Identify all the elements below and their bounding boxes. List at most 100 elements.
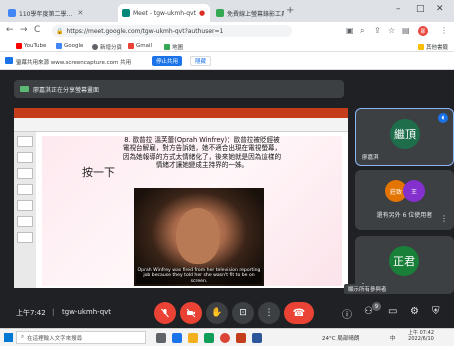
raise-hand-button[interactable]: ✋ [206, 302, 228, 324]
bookmarks-bar: YouTube Google 新增分頁 Gmail 地圖 其他書籤 [0, 40, 454, 52]
slide-thumbnail [17, 232, 33, 243]
more-options-icon[interactable]: ⋮ [440, 214, 448, 223]
participant-tile-presenter[interactable]: ◖ 繼頂 廖嘉淇 [355, 108, 454, 166]
address-text: https://meet.google.com/tgw-ukmh-qvt?aut… [66, 27, 224, 35]
file-explorer-icon[interactable] [188, 333, 198, 343]
google-icon [56, 43, 62, 49]
taskbar-search-input[interactable]: ⌕ 在這裡輸入文字來搜尋 [16, 331, 146, 344]
more-options-button[interactable]: ⋮ [258, 302, 280, 324]
slide-thumbnail [17, 200, 33, 211]
maps-icon [164, 44, 170, 50]
slide-thumbnail [17, 168, 33, 179]
camera-icon[interactable]: ▣ [346, 26, 354, 35]
lock-icon: 🔒 [56, 27, 64, 35]
edge-icon[interactable] [172, 333, 182, 343]
bookmark-star-icon[interactable]: ☆ [388, 26, 395, 35]
globe-icon [92, 44, 98, 50]
browser-tab-strip: 110學年度第二學… ✕ Meet - tgw-ukmh-qvt ● ✕ 免費線… [0, 0, 454, 22]
zoom-icon[interactable]: ⌕ [360, 26, 364, 36]
bookmark-newtab[interactable]: 新增分頁 [92, 43, 122, 51]
bookmark-label: 地圖 [172, 45, 184, 51]
folder-icon [418, 44, 424, 50]
bookmark-label: Google [64, 43, 84, 49]
profile-avatar[interactable]: 鄭 [418, 26, 428, 36]
search-icon: ⌕ [21, 334, 25, 340]
shared-screen: 按一下 8. 歐普拉 溫芙蕾(Oprah Winfrey)：歐普拉被貶經被電視台… [14, 108, 348, 288]
chat-icon[interactable]: ▭ [388, 306, 397, 317]
address-input[interactable]: 🔒 https://meet.google.com/tgw-ukmh-qvt?a… [52, 25, 292, 37]
input-language[interactable]: 中 [390, 334, 396, 342]
clock-date: 2022/6/10 [408, 336, 434, 343]
meet-icon [122, 9, 130, 17]
bookmark-label: YouTube [24, 43, 47, 49]
bookmark-label: 其他書籤 [426, 45, 449, 51]
maximize-button[interactable]: □ [416, 4, 425, 14]
tab-meet[interactable]: Meet - tgw-ukmh-qvt ● ✕ [118, 4, 210, 22]
leave-call-button[interactable]: ☎ [284, 302, 314, 324]
store-icon[interactable] [204, 333, 214, 343]
slide-thumbnail [17, 136, 33, 147]
portrait-photo: Oprah Winfrey was fired from her televis… [134, 188, 264, 286]
stop-sharing-button[interactable]: 停止共用 [152, 56, 183, 66]
bookmark-maps[interactable]: 地圖 [164, 43, 183, 51]
forward-button[interactable]: → [20, 25, 28, 35]
tab-label: Meet - tgw-ukmh-qvt [133, 9, 196, 17]
slide-placeholder-text: 按一下 [82, 166, 115, 179]
school-icon [8, 9, 16, 17]
mic-off-icon [161, 308, 169, 318]
close-window-button[interactable]: ✕ [436, 4, 444, 14]
windows-taskbar: ⌕ 在這裡輸入文字來搜尋 24°C 局部晴朗 中 上午 07:42 2022/6… [0, 328, 454, 346]
hide-button[interactable]: 隱藏 [190, 56, 212, 66]
chrome-icon[interactable] [220, 333, 230, 343]
new-tab-button[interactable]: + [286, 5, 294, 16]
bookmark-google[interactable]: Google [56, 43, 83, 49]
ppt-ribbon [14, 118, 348, 132]
meeting-code: tgw-ukmh-qvt [62, 308, 112, 316]
screencapture-icon [216, 9, 224, 17]
search-placeholder: 在這裡輸入文字來搜尋 [27, 335, 83, 342]
slide-thumbnails [14, 132, 36, 288]
minimize-button[interactable]: – [396, 4, 401, 14]
tab-label: 免費線上螢幕錄影工具 | 線… [227, 10, 284, 18]
more-icon: ⋮ [264, 308, 274, 318]
taskbar-clock[interactable]: 上午 07:42 2022/6/10 [408, 330, 434, 343]
task-view-icon[interactable] [156, 333, 166, 343]
present-now-button[interactable]: ⊡ [232, 302, 254, 324]
bookmark-youtube[interactable]: YouTube [16, 43, 46, 49]
avatar: 王 [403, 180, 425, 202]
meet-call-area: 廖嘉淇正在分享螢幕畫面 按一下 8. 歐普拉 溫芙蕾(Oprah Winfrey… [0, 70, 454, 328]
avatar: 繼頂 [390, 119, 420, 149]
camera-off-icon [186, 308, 196, 318]
meet-control-bar: 上午7:42 | tgw-ukmh-qvt ✋ ⊡ ⋮ ☎ ⓘ ⚇ 9 ▭ ⚙ … [0, 298, 454, 328]
info-icon[interactable]: ⓘ [342, 306, 352, 321]
participant-tile-others[interactable]: 莊致 王 還有另外 6 位使用者 ⋮ [355, 170, 454, 230]
bookmark-label: Gmail [136, 43, 153, 49]
share-icon[interactable]: ⇪ [374, 26, 381, 35]
slide-thumbnail [17, 152, 33, 163]
slide-thumbnail [17, 216, 33, 227]
presenting-banner: 廖嘉淇正在分享螢幕畫面 [14, 80, 344, 98]
back-button[interactable]: ← [6, 25, 14, 35]
windows-start-icon[interactable] [4, 333, 13, 342]
extensions-icon[interactable]: ▤ [402, 26, 410, 35]
bookmark-gmail[interactable]: Gmail [128, 43, 152, 49]
separator: | [52, 308, 55, 316]
show-participants-tooltip: 顯示所有參與者 [344, 284, 391, 294]
word-icon[interactable] [252, 333, 262, 343]
more-icon[interactable]: ⋮ [440, 26, 448, 35]
bookmark-other[interactable]: 其他書籤 [418, 43, 448, 51]
participant-name: 廖嘉淇 [362, 155, 379, 161]
portrait-face [176, 208, 220, 264]
tab-label: 110學年度第二學… [19, 10, 73, 18]
host-controls-icon[interactable]: ⛨ [432, 306, 440, 317]
reload-button[interactable]: C [34, 25, 40, 35]
tab-screencapture[interactable]: 免費線上螢幕錄影工具 | 線… ✕ [212, 4, 284, 22]
weather-status[interactable]: 24°C 局部晴朗 [322, 334, 359, 342]
gmail-icon [128, 43, 134, 49]
powerpoint-icon[interactable] [236, 333, 246, 343]
camera-off-button[interactable] [180, 302, 202, 324]
tab-school[interactable]: 110學年度第二學… ✕ [4, 4, 116, 22]
activities-icon[interactable]: ⚙ [410, 306, 419, 317]
close-icon[interactable]: ✕ [77, 9, 83, 17]
mic-off-button[interactable] [154, 302, 176, 324]
